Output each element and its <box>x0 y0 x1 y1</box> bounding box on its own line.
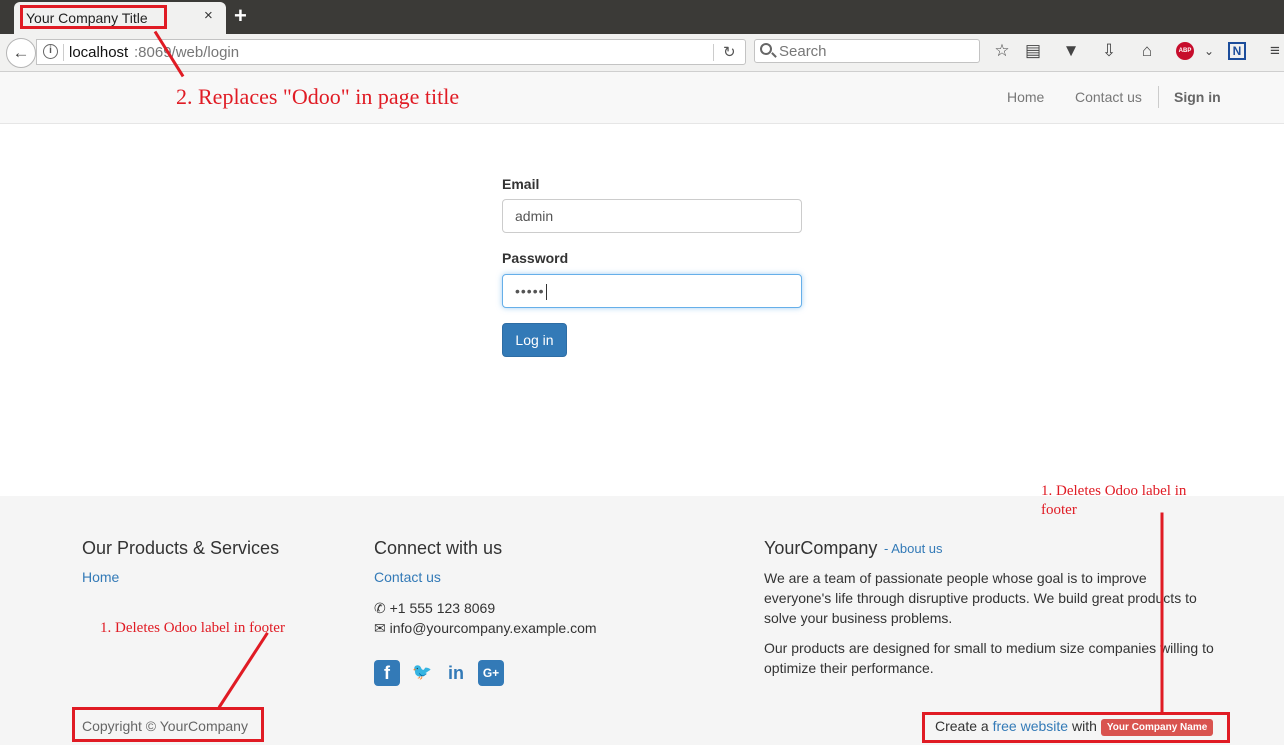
annotation-title-note: 2. Replaces "Odoo" in page title <box>176 84 460 109</box>
annotation-footer-note-right: 1. Deletes Odoo label in footer <box>1041 483 1187 518</box>
company-description: We are a team of passionate people whose… <box>764 570 1197 626</box>
facebook-icon[interactable]: f <box>374 660 400 686</box>
search-placeholder: Search <box>779 43 827 60</box>
email-line: ✉ info@yourcompany.example.com <box>374 618 597 638</box>
menu-icon[interactable]: ≡ <box>1264 41 1284 61</box>
annotation-footer-note-left: 1. Deletes Odoo label in footer <box>100 620 285 636</box>
about-us-link[interactable]: - About us <box>884 541 943 556</box>
login-button[interactable]: Log in <box>502 323 567 357</box>
url-host: localhost <box>69 44 129 61</box>
info-icon[interactable]: i <box>43 44 58 59</box>
home-icon[interactable]: ⌂ <box>1136 41 1158 61</box>
text-caret <box>545 284 547 301</box>
reload-divider <box>713 44 714 61</box>
phone-icon: ✆ <box>374 600 386 616</box>
url-path: :8069/web/login <box>134 44 240 61</box>
reader-list-icon[interactable]: ▤ <box>1022 41 1044 61</box>
company-name: YourCompany <box>764 538 878 558</box>
contact-email: info@yourcompany.example.com <box>389 620 597 636</box>
back-arrow-icon[interactable]: ← <box>6 38 36 68</box>
twitter-icon[interactable]: 🐦 <box>409 660 435 686</box>
phone-line: ✆ +1 555 123 8069 <box>374 598 495 618</box>
bookmark-star-icon[interactable]: ☆ <box>991 41 1013 61</box>
browser-tab-bar: Your Company Title × + <box>0 0 1284 34</box>
new-tab-icon[interactable]: + <box>234 3 247 29</box>
email-field[interactable]: admin <box>502 199 802 233</box>
envelope-icon: ✉ <box>374 620 386 636</box>
company-products-text: Our products are designed for small to m… <box>764 640 1214 676</box>
tab-close-icon[interactable]: × <box>204 7 213 24</box>
password-field[interactable]: ••••• <box>502 274 802 308</box>
password-value: ••••• <box>515 283 545 299</box>
annotation-box-powered-by <box>922 712 1230 743</box>
footer-home-link[interactable]: Home <box>82 569 119 585</box>
extension-n-icon[interactable]: N <box>1228 42 1246 60</box>
url-divider <box>63 44 64 61</box>
sign-in-link[interactable]: Sign in <box>1174 89 1221 105</box>
menu-divider <box>1158 86 1159 108</box>
pocket-icon[interactable]: ▼ <box>1060 41 1082 61</box>
annotation-box-copyright <box>72 707 264 742</box>
annotation-box-tab-title <box>20 5 167 29</box>
menu-item-home[interactable]: Home <box>1007 89 1044 105</box>
browser-toolbar: ← i localhost :8069/web/login ↻ Search ☆… <box>0 34 1284 72</box>
password-label: Password <box>502 250 569 266</box>
url-bar[interactable]: i localhost :8069/web/login ↻ <box>36 39 746 65</box>
search-input[interactable]: Search <box>754 39 980 63</box>
email-label: Email <box>502 176 540 192</box>
search-icon <box>760 43 772 55</box>
phone-number: +1 555 123 8069 <box>389 600 496 616</box>
adblock-icon[interactable]: ABP <box>1176 42 1194 60</box>
menu-item-contact[interactable]: Contact us <box>1075 89 1142 105</box>
chevron-down-icon[interactable]: ⌄ <box>1198 44 1220 58</box>
google-plus-icon[interactable]: G+ <box>478 660 504 686</box>
reload-icon[interactable]: ↻ <box>723 43 736 61</box>
linkedin-icon[interactable]: in <box>443 660 469 686</box>
download-icon[interactable]: ⇩ <box>1098 41 1120 61</box>
annotation-arrow-powered-by <box>1160 512 1164 714</box>
footer-contact-link[interactable]: Contact us <box>374 569 441 585</box>
products-heading: Our Products & Services <box>82 538 280 558</box>
connect-heading: Connect with us <box>374 538 503 558</box>
